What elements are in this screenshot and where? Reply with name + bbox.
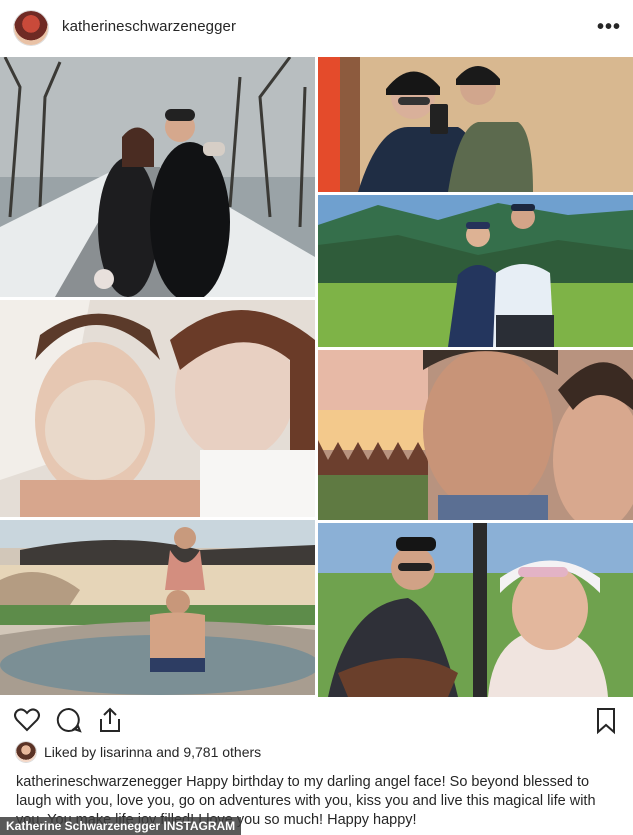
- heart-icon[interactable]: [12, 705, 42, 735]
- caption-username[interactable]: katherineschwarzenegger: [16, 774, 182, 790]
- photo-sunset-selfie: [318, 350, 633, 520]
- more-options-icon[interactable]: •••: [597, 16, 621, 39]
- comment-icon[interactable]: [54, 705, 84, 735]
- likes-summary: Liked by lisarinna and 9,781 others: [16, 741, 261, 763]
- post-header: katherineschwarzenegger •••: [0, 0, 633, 57]
- post-actions: [0, 703, 633, 737]
- photo-golf-cart: [318, 523, 633, 697]
- username-link[interactable]: katherineschwarzenegger: [62, 18, 236, 35]
- photo-hot-tub: [0, 520, 315, 695]
- liked-by-prefix: Liked by: [44, 744, 97, 760]
- liker-avatar[interactable]: [16, 742, 36, 762]
- liked-by-user[interactable]: lisarinna: [100, 744, 152, 760]
- photo-helmet-selfie: [318, 57, 633, 192]
- photo-mountain-golf: [318, 195, 633, 347]
- liked-by-suffix[interactable]: and 9,781 others: [156, 744, 261, 760]
- bookmark-icon[interactable]: [591, 705, 621, 735]
- photo-snow-couple: [0, 57, 315, 297]
- photo-face-masks: [0, 300, 315, 517]
- profile-avatar[interactable]: [14, 11, 48, 45]
- photo-collage[interactable]: [0, 57, 633, 697]
- photo-credit: Katherine Schwarzenegger INSTAGRAM: [0, 817, 242, 835]
- share-icon[interactable]: [95, 705, 125, 735]
